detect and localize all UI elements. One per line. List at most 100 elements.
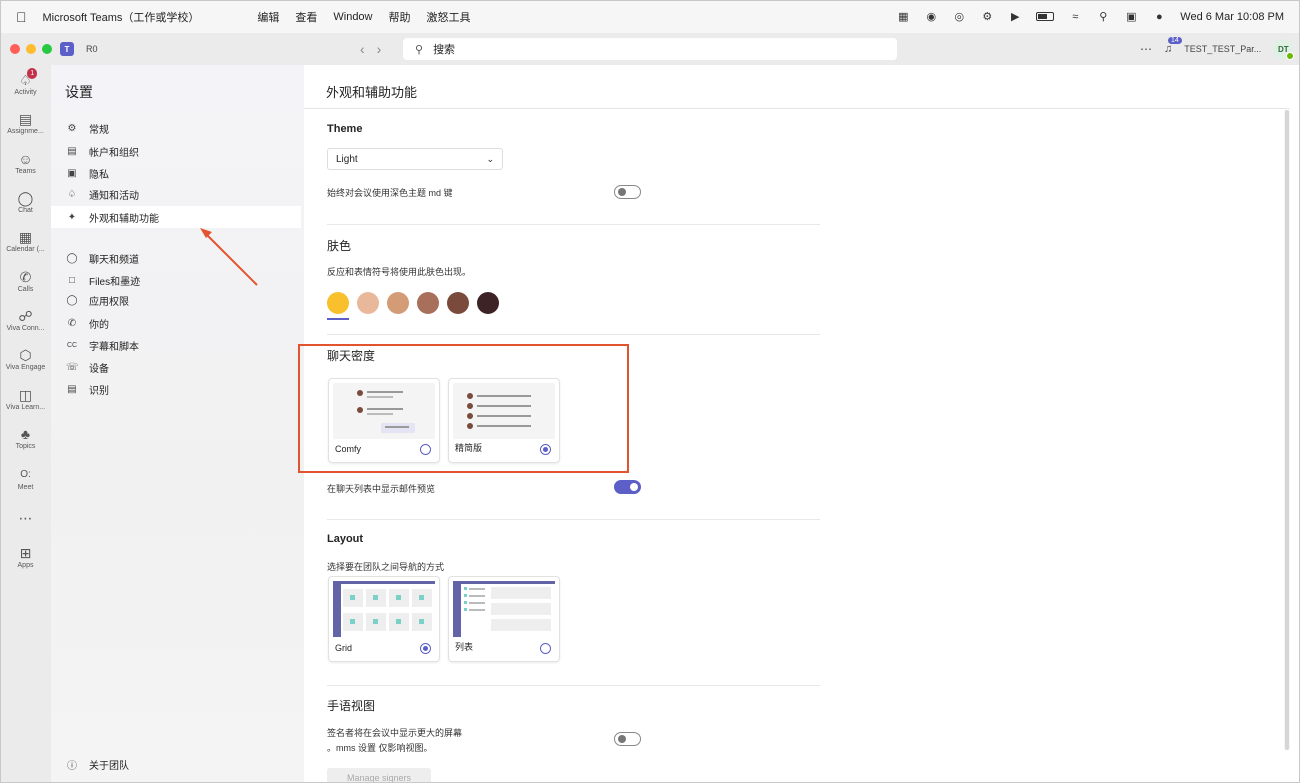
menu-edit[interactable]: 编辑 xyxy=(257,9,279,25)
rail-label: Teams xyxy=(15,168,36,175)
notifications-button[interactable]: ♫ 14 xyxy=(1164,37,1182,55)
nav-notifications[interactable]: ♤ 通知和活动 xyxy=(51,183,301,205)
message-preview-toggle[interactable] xyxy=(614,480,641,494)
settings-nav: 设置 ⚙ 常规 ▤ 帐户和组织 ▣ 隐私 ♤ 通知和活动 ✦ 外观和辅助功能 ◯ 聊天和频道… xyxy=(51,65,304,783)
list-label: 列表 xyxy=(455,642,474,652)
grid-preview-illustration xyxy=(333,581,435,637)
rail-calendar[interactable]: ▦ Calendar (... xyxy=(0,228,51,253)
comfy-radio[interactable] xyxy=(420,444,431,455)
nav-label: 你的 xyxy=(89,319,109,331)
control-center-icon[interactable]: ▣ xyxy=(1124,10,1138,24)
grid-radio[interactable] xyxy=(420,643,431,654)
play-icon[interactable]: ▶ xyxy=(1008,10,1022,24)
compact-radio[interactable] xyxy=(540,444,551,455)
skin-tone-swatch[interactable] xyxy=(417,292,439,314)
siri-icon[interactable]: ● xyxy=(1152,10,1166,24)
nav-yours[interactable]: ✆ 你的 xyxy=(51,312,301,334)
rail-viva-engage[interactable]: ⬡ Viva Engage xyxy=(0,346,51,371)
section-divider xyxy=(327,685,820,686)
nav-devices[interactable]: ☏ 设备 xyxy=(51,356,301,378)
skin-tone-swatch[interactable] xyxy=(387,292,409,314)
nav-label: 应用权限 xyxy=(89,296,129,308)
rail-apps[interactable]: ⊞ Apps xyxy=(0,544,51,569)
zoom-window-button[interactable] xyxy=(42,44,52,54)
forward-arrow-icon[interactable]: › xyxy=(377,41,394,57)
list-layout-card[interactable]: 列表 xyxy=(448,576,560,662)
section-divider xyxy=(327,224,820,225)
nav-recognition[interactable]: ▤ 识别 xyxy=(51,378,301,400)
theme-dropdown[interactable]: Light ⌄ xyxy=(327,148,503,170)
skin-tone-swatch[interactable] xyxy=(357,292,379,314)
skin-tone-swatch[interactable] xyxy=(447,292,469,314)
list-preview-illustration xyxy=(453,581,555,637)
grid-label: Grid xyxy=(335,643,353,653)
search-input[interactable]: ⚲ 搜索 xyxy=(403,38,897,60)
menu-app-name[interactable]: Microsoft Teams（工作或学校） xyxy=(43,9,200,25)
nav-general[interactable]: ⚙ 常规 xyxy=(51,117,301,139)
sign-language-toggle[interactable] xyxy=(614,732,641,746)
rail-label: Viva Conn... xyxy=(6,325,45,332)
menu-tools[interactable]: 激怒工具 xyxy=(427,9,471,25)
skin-tone-swatch[interactable] xyxy=(477,292,499,314)
comfy-card[interactable]: Comfy xyxy=(328,378,440,463)
app-rail: ♤ 1 Activity ▤ Assignme... ☺ Teams ◯ Chat… xyxy=(0,65,51,783)
rail-assignments[interactable]: ▤ Assignme... xyxy=(0,110,51,135)
settings-status-icon[interactable]: ⚙ xyxy=(980,10,994,24)
meet-icon: O: xyxy=(20,469,31,480)
rail-viva-connections[interactable]: ☍ Viva Conn... xyxy=(0,307,51,332)
rail-label: Topics xyxy=(15,443,36,450)
phone-icon: ✆ xyxy=(19,269,32,285)
apple-icon[interactable]:  xyxy=(16,9,27,25)
menu-view[interactable]: 查看 xyxy=(295,9,317,25)
dark-meetings-label: 始终对会议使用深色主题 md 键 xyxy=(327,188,453,198)
theme-heading: Theme xyxy=(327,123,363,135)
nav-label: 常规 xyxy=(89,124,109,136)
translate-icon[interactable]: ▦ xyxy=(896,10,910,24)
rail-viva-learning[interactable]: ◫ Viva Learn... xyxy=(0,386,51,411)
chat-icon: ◯ xyxy=(66,252,78,264)
rail-chat[interactable]: ◯ Chat xyxy=(0,189,51,214)
rail-more[interactable]: ⋯ xyxy=(0,509,51,527)
nav-chat-channels[interactable]: ◯ 聊天和频道 xyxy=(51,247,301,269)
spotlight-icon[interactable]: ⚲ xyxy=(1096,10,1110,24)
wifi-icon[interactable]: ≈ xyxy=(1068,10,1082,24)
teams-logo-icon: T xyxy=(60,42,74,56)
battery-icon[interactable] xyxy=(1036,12,1055,21)
nav-files[interactable]: □ Files和墨迹 xyxy=(51,269,301,291)
nav-privacy[interactable]: ▣ 隐私 xyxy=(51,162,301,184)
nav-appearance[interactable]: ✦ 外观和辅助功能 xyxy=(51,206,301,228)
menu-help[interactable]: 帮助 xyxy=(389,9,411,25)
rail-topics[interactable]: ♣ Topics xyxy=(0,425,51,450)
tenant-name[interactable]: TEST_TEST_Par... xyxy=(1184,44,1261,54)
globe-icon[interactable]: ◉ xyxy=(924,10,938,24)
nav-app-permissions[interactable]: ◯ 应用权限 xyxy=(51,289,301,311)
scrollbar[interactable] xyxy=(1284,110,1290,750)
grid-layout-card[interactable]: Grid xyxy=(328,576,440,662)
nav-captions[interactable]: CC 字幕和脚本 xyxy=(51,334,301,356)
nav-label: 聊天和频道 xyxy=(89,254,139,266)
clock[interactable]: Wed 6 Mar 10:08 PM xyxy=(1180,11,1284,23)
nav-about[interactable]: ⓘ 关于团队 xyxy=(51,753,301,775)
compact-card[interactable]: 精简版 xyxy=(448,378,560,463)
account-short[interactable]: R0 xyxy=(86,44,98,54)
minimize-window-button[interactable] xyxy=(26,44,36,54)
back-arrow-icon[interactable]: ‹ xyxy=(360,41,377,57)
skin-tone-swatch[interactable] xyxy=(327,292,349,314)
nav-label: 通知和活动 xyxy=(89,190,139,202)
nav-label: 识别 xyxy=(89,385,109,397)
search-icon: ⚲ xyxy=(415,43,424,56)
rail-teams[interactable]: ☺ Teams xyxy=(0,150,51,175)
close-window-button[interactable] xyxy=(10,44,20,54)
nav-accounts[interactable]: ▤ 帐户和组织 xyxy=(51,140,301,162)
list-radio[interactable] xyxy=(540,643,551,654)
rail-calls[interactable]: ✆ Calls xyxy=(0,268,51,293)
manage-signers-button[interactable]: Manage signers xyxy=(327,768,431,783)
camera-icon[interactable]: ◎ xyxy=(952,10,966,24)
more-options-icon[interactable]: ⋯ xyxy=(1140,42,1152,56)
rail-meet[interactable]: O: Meet xyxy=(0,466,51,491)
dark-meetings-toggle[interactable] xyxy=(614,185,641,199)
comfy-label: Comfy xyxy=(335,444,362,454)
rail-activity[interactable]: ♤ 1 Activity xyxy=(0,68,51,96)
menu-window[interactable]: Window xyxy=(333,11,372,23)
avatar[interactable]: DT xyxy=(1273,39,1295,60)
